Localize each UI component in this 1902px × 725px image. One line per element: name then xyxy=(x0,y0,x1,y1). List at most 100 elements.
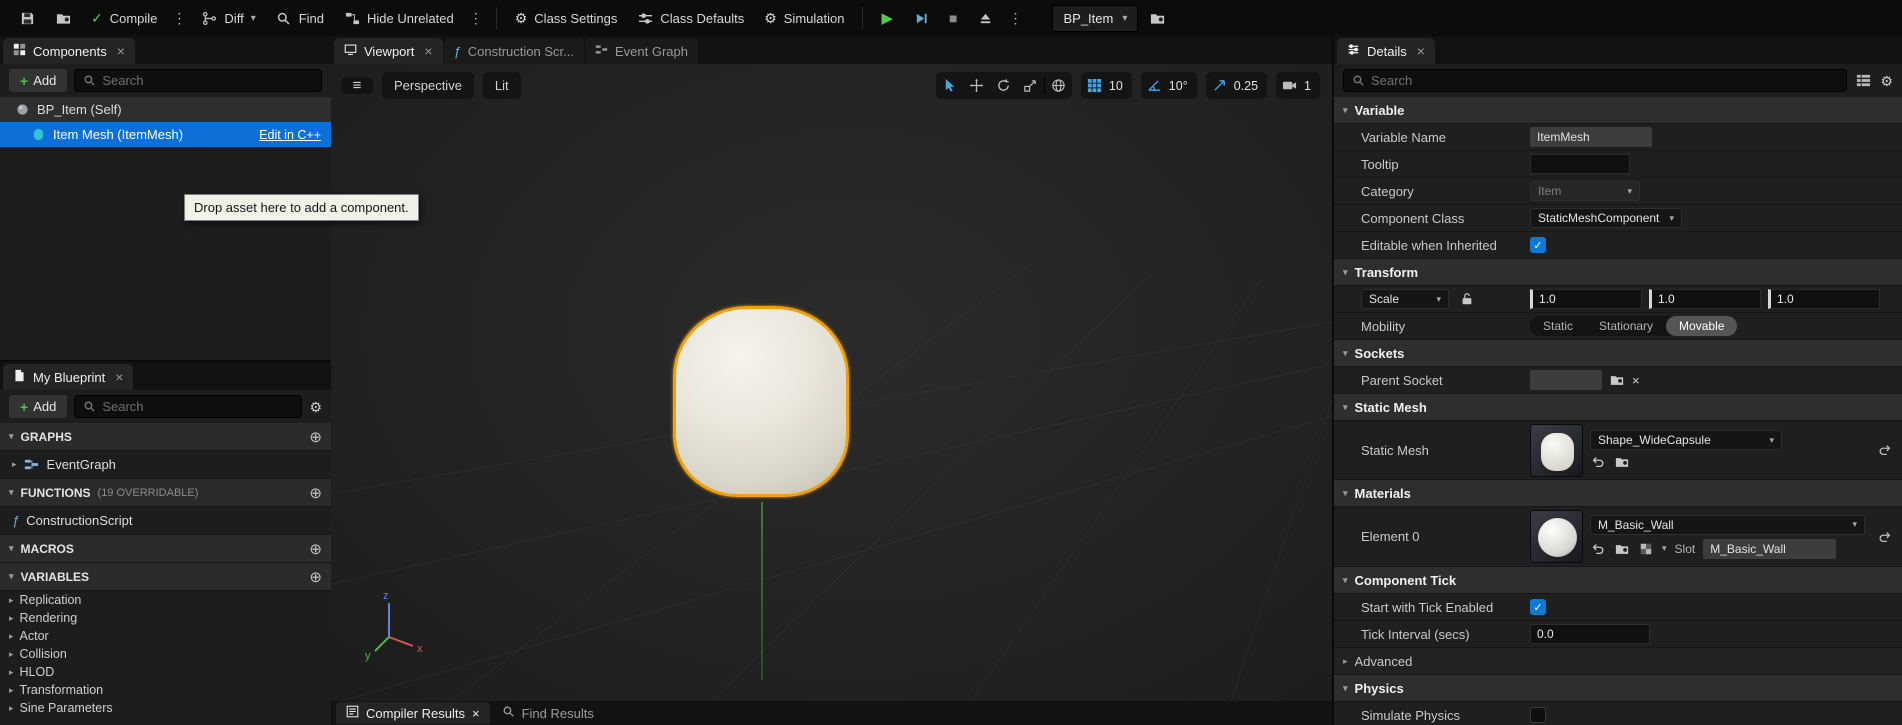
mobility-movable-button[interactable]: Movable xyxy=(1666,316,1737,336)
section-variable[interactable]: ▾ Variable xyxy=(1334,97,1902,124)
mobility-static-button[interactable]: Static xyxy=(1530,316,1586,336)
chevron-down-icon[interactable]: ▾ xyxy=(1662,543,1667,554)
macros-section-header[interactable]: ▾ MACROS ⊕ xyxy=(0,535,331,563)
compile-button[interactable]: ✓ Compile xyxy=(82,3,166,33)
start-tick-checkbox[interactable]: ✓ xyxy=(1530,599,1546,615)
tab-find-results[interactable]: Find Results xyxy=(492,702,604,724)
section-transform[interactable]: ▾ Transform xyxy=(1334,259,1902,286)
static-mesh-dropdown[interactable]: Shape_WideCapsule ▾ xyxy=(1590,430,1782,450)
display-filter-icon[interactable] xyxy=(1856,73,1871,88)
close-icon[interactable]: × xyxy=(117,43,125,59)
parent-socket-field[interactable] xyxy=(1530,370,1602,390)
components-search[interactable] xyxy=(74,69,322,92)
component-row-item-mesh[interactable]: Item Mesh (ItemMesh) Edit in C++ xyxy=(0,122,331,147)
event-graph-item[interactable]: ▸ EventGraph xyxy=(0,451,331,479)
close-icon[interactable]: × xyxy=(472,706,480,721)
details-search-input[interactable] xyxy=(1371,73,1838,88)
stop-button[interactable]: ■ xyxy=(940,3,966,33)
add-macro-icon[interactable]: ⊕ xyxy=(309,540,322,558)
construction-script-item[interactable]: ƒ ConstructionScript xyxy=(0,507,331,535)
view-mode-dropdown[interactable]: Lit xyxy=(483,72,521,99)
my-blueprint-search[interactable] xyxy=(74,395,302,418)
component-row-self[interactable]: BP_Item (Self) xyxy=(0,97,331,122)
edit-in-cpp-link[interactable]: Edit in C++ xyxy=(259,128,321,142)
save-button[interactable] xyxy=(10,3,44,33)
search-settings-gear-icon[interactable]: ⚙ xyxy=(309,400,322,414)
angle-snap-icon[interactable] xyxy=(1141,72,1168,99)
material-thumbnail[interactable] xyxy=(1530,510,1583,563)
tab-event-graph[interactable]: Event Graph xyxy=(585,38,698,64)
variable-category-collision[interactable]: ▸ Collision xyxy=(0,645,331,663)
browse-to-asset-button[interactable] xyxy=(1140,3,1174,33)
blueprint-add-button[interactable]: + Add xyxy=(9,395,67,418)
class-defaults-button[interactable]: Class Defaults xyxy=(628,3,753,33)
scale-y-field[interactable]: 1.0 xyxy=(1649,289,1761,309)
section-physics[interactable]: ▾ Physics xyxy=(1334,675,1902,702)
tooltip-input[interactable] xyxy=(1530,154,1630,174)
section-materials[interactable]: ▾ Materials xyxy=(1334,480,1902,507)
viewport-menu-button[interactable]: ≡ xyxy=(341,77,373,94)
tab-construction-script[interactable]: ƒ Construction Scr... xyxy=(444,38,584,64)
clear-socket-icon[interactable]: × xyxy=(1632,374,1640,387)
compile-options-kebab-icon[interactable]: ⋮ xyxy=(168,10,190,27)
functions-section-header[interactable]: ▾ FUNCTIONS (19 OVERRIDABLE) ⊕ xyxy=(0,479,331,507)
browse-to-asset-icon[interactable] xyxy=(1614,541,1630,557)
tick-interval-input[interactable] xyxy=(1530,624,1650,644)
lock-icon[interactable] xyxy=(1459,291,1475,307)
category-dropdown[interactable]: Item ▾ xyxy=(1530,181,1640,201)
viewport-3d[interactable]: z x y ≡ Perspective Lit xyxy=(331,64,1332,701)
move-tool-icon[interactable] xyxy=(963,72,990,99)
socket-browse-icon[interactable] xyxy=(1609,372,1625,388)
browse-asset-button[interactable] xyxy=(46,3,80,33)
browse-to-asset-icon[interactable] xyxy=(1614,454,1630,470)
grid-snap-value[interactable]: 10 xyxy=(1108,79,1132,93)
tab-details[interactable]: Details × xyxy=(1337,38,1435,64)
add-variable-icon[interactable]: ⊕ xyxy=(309,568,322,586)
play-options-kebab-icon[interactable]: ⋮ xyxy=(1004,10,1026,27)
components-search-input[interactable] xyxy=(102,73,313,88)
variable-category-sine-parameters[interactable]: ▸ Sine Parameters xyxy=(0,699,331,717)
simulate-physics-checkbox[interactable] xyxy=(1530,707,1546,723)
add-component-button[interactable]: + Add xyxy=(9,69,67,92)
camera-speed-icon[interactable] xyxy=(1276,72,1303,99)
add-function-icon[interactable]: ⊕ xyxy=(309,484,322,502)
scale-snap-icon[interactable] xyxy=(1206,72,1233,99)
section-static-mesh[interactable]: ▾ Static Mesh xyxy=(1334,394,1902,421)
variable-category-hlod[interactable]: ▸ HLOD xyxy=(0,663,331,681)
material-dropdown[interactable]: M_Basic_Wall ▾ xyxy=(1590,515,1865,535)
tab-viewport[interactable]: Viewport × xyxy=(334,38,443,64)
row-advanced[interactable]: ▸ Advanced xyxy=(1334,648,1902,675)
scale-dropdown[interactable]: Scale ▾ xyxy=(1361,289,1449,309)
editable-when-inherited-checkbox[interactable]: ✓ xyxy=(1530,237,1546,253)
scale-tool-icon[interactable] xyxy=(1017,72,1044,99)
add-graph-icon[interactable]: ⊕ xyxy=(309,428,322,446)
hide-unrelated-kebab-icon[interactable]: ⋮ xyxy=(465,10,487,27)
static-mesh-thumbnail[interactable] xyxy=(1530,424,1583,477)
tab-compiler-results[interactable]: Compiler Results × xyxy=(336,702,490,724)
section-component-tick[interactable]: ▾ Component Tick xyxy=(1334,567,1902,594)
simulation-button[interactable]: ⚙ Simulation xyxy=(755,3,853,33)
details-search[interactable] xyxy=(1343,69,1847,92)
angle-snap-value[interactable]: 10° xyxy=(1168,79,1197,93)
selected-capsule-mesh[interactable] xyxy=(673,306,849,497)
find-button[interactable]: Find xyxy=(267,3,333,33)
asset-selector-dropdown[interactable]: BP_Item ▾ xyxy=(1052,5,1138,32)
frame-skip-button[interactable] xyxy=(904,3,938,33)
chevron-right-icon[interactable]: ▸ xyxy=(12,459,17,470)
camera-speed-value[interactable]: 1 xyxy=(1303,79,1320,93)
eject-button[interactable] xyxy=(968,3,1002,33)
scale-z-field[interactable]: 1.0 xyxy=(1768,289,1880,309)
variable-category-actor[interactable]: ▸ Actor xyxy=(0,627,331,645)
slot-name-input[interactable] xyxy=(1703,539,1836,559)
variable-category-rendering[interactable]: ▸ Rendering xyxy=(0,609,331,627)
grid-snap-icon[interactable] xyxy=(1081,72,1108,99)
details-settings-gear-icon[interactable]: ⚙ xyxy=(1880,74,1893,88)
class-settings-button[interactable]: ⚙ Class Settings xyxy=(506,3,627,33)
close-icon[interactable]: × xyxy=(424,43,432,59)
mobility-stationary-button[interactable]: Stationary xyxy=(1586,316,1666,336)
texture-options-icon[interactable] xyxy=(1638,541,1654,557)
diff-button[interactable]: Diff ▾ xyxy=(192,3,264,33)
close-icon[interactable]: × xyxy=(1417,43,1425,59)
variable-category-replication[interactable]: ▸ Replication xyxy=(0,591,331,609)
select-tool-icon[interactable] xyxy=(936,72,963,99)
